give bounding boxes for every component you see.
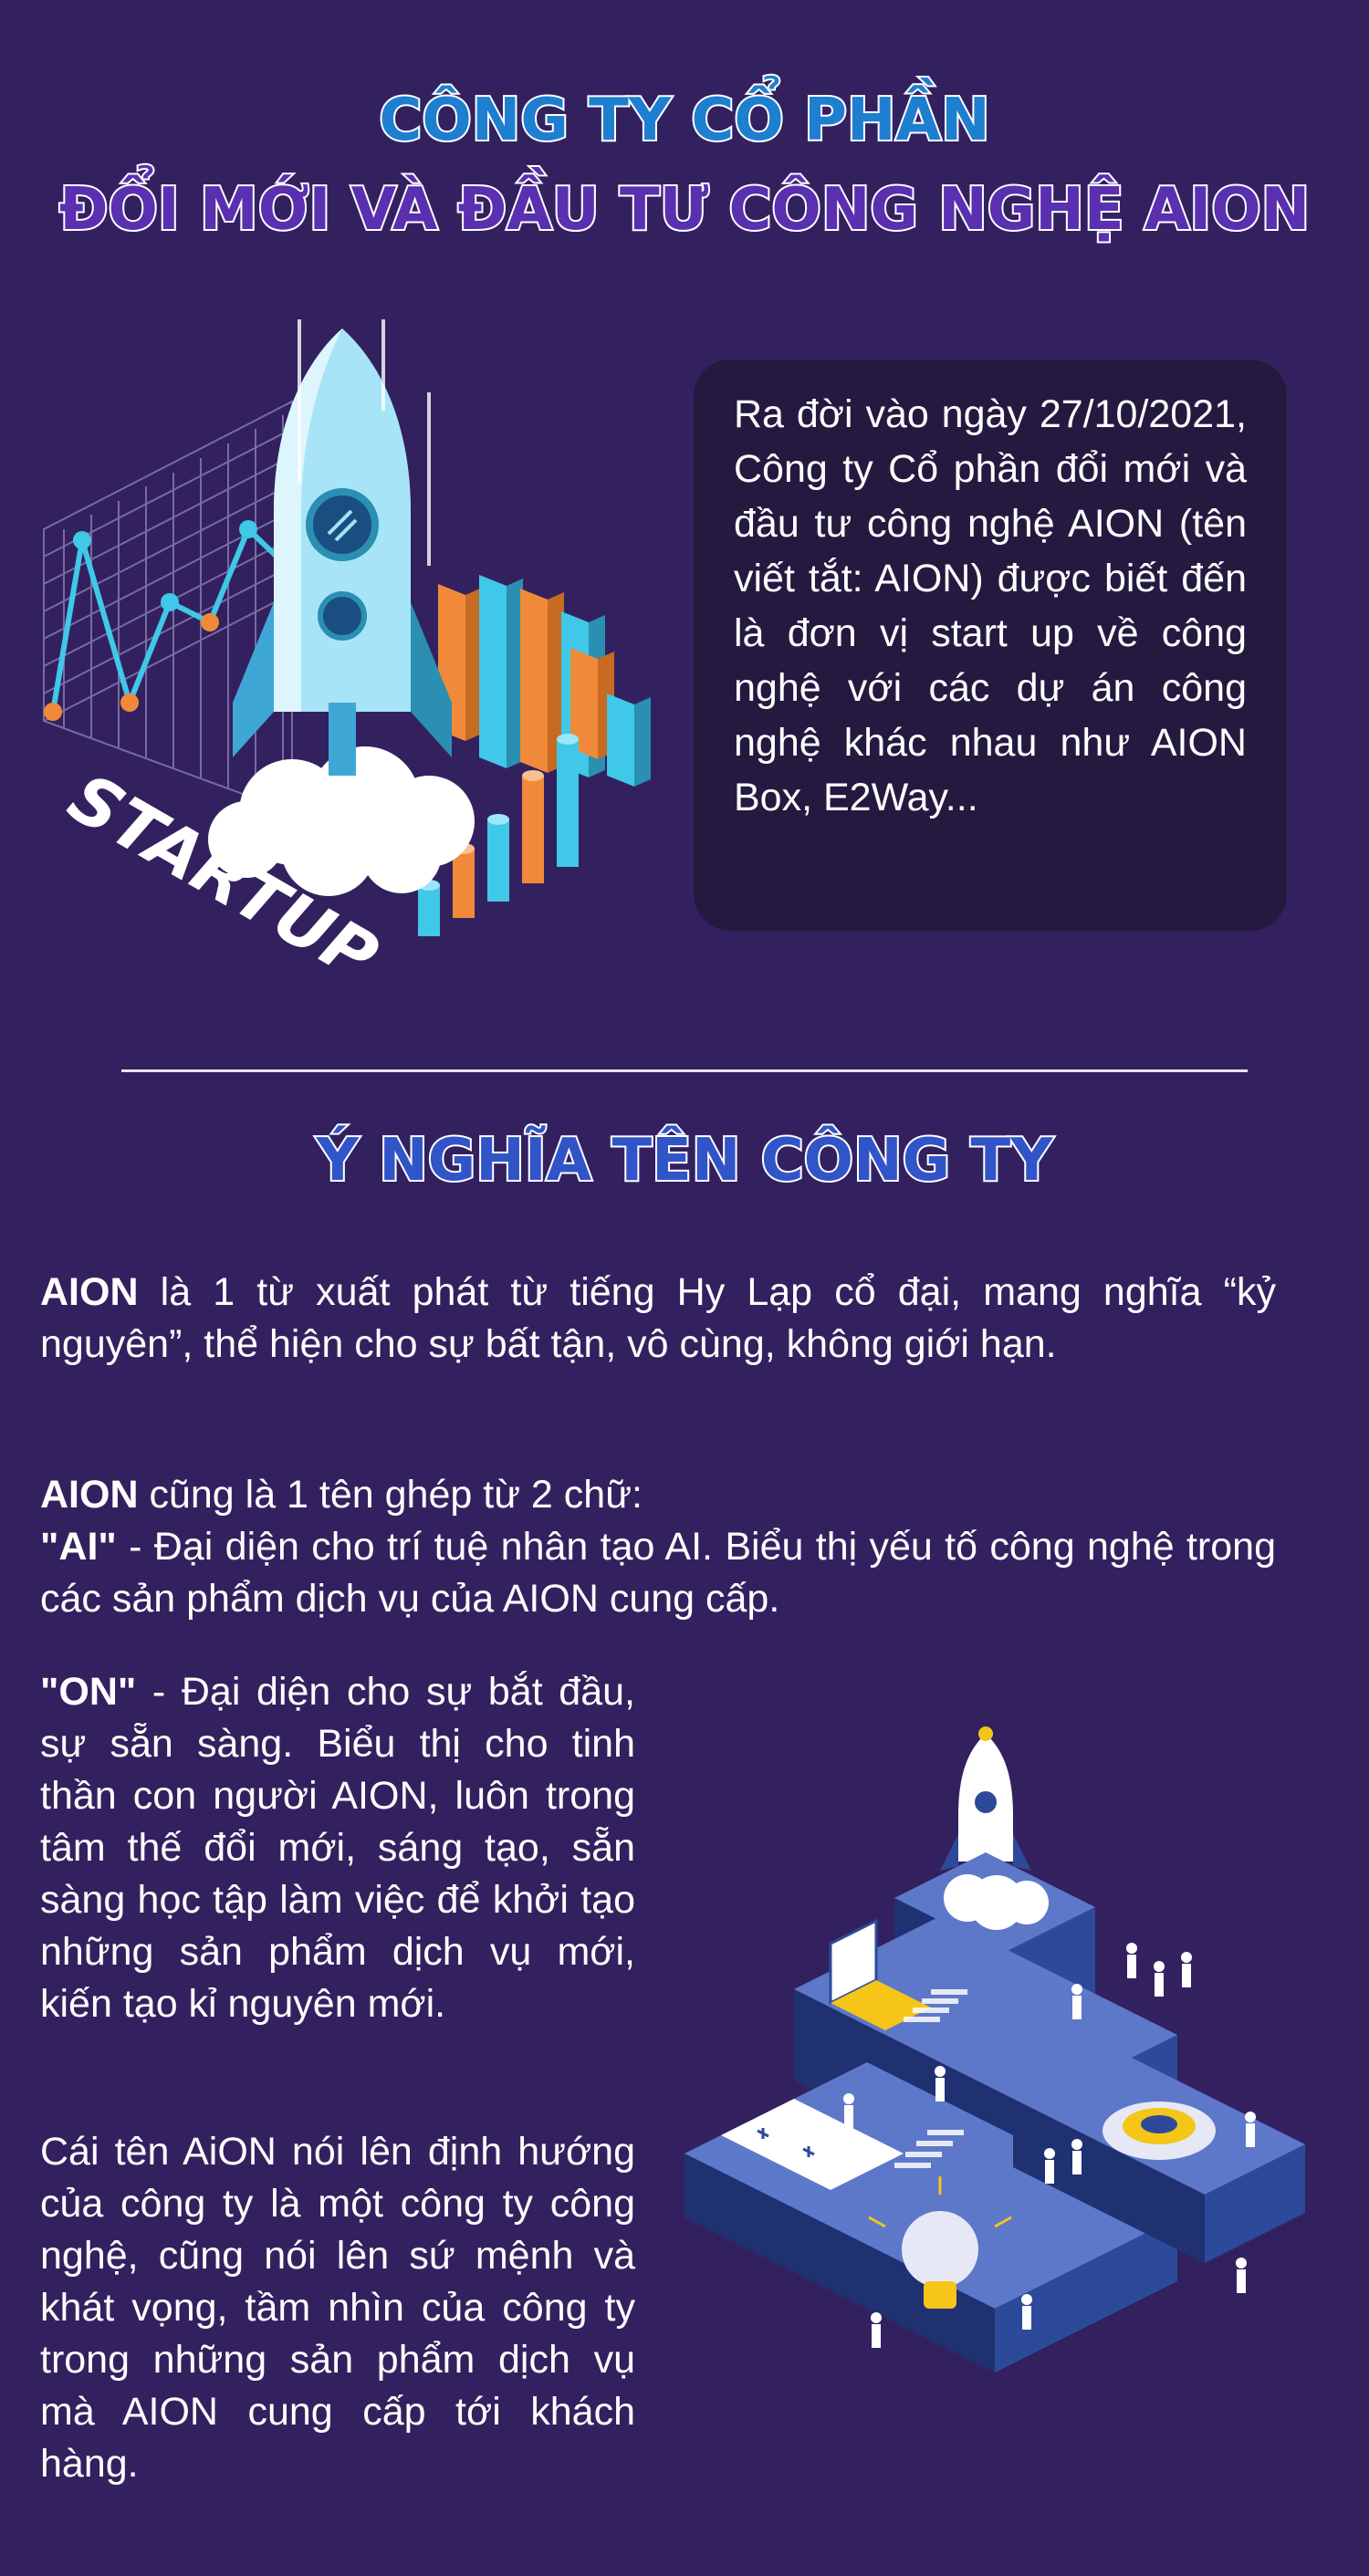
aion-compound-text: cũng là 1 tên ghép từ 2 chữ: [138, 1473, 643, 1517]
on-bold: "ON" [40, 1670, 137, 1714]
intro-box: Ra đời vào ngày 27/10/2021, Công ty Cổ p… [694, 360, 1287, 931]
ai-bold: "AI" [40, 1525, 117, 1569]
paragraph-aion-compound: AION cũng là 1 tên ghép từ 2 chữ: "AI" - … [40, 1469, 1276, 1625]
team-platform-illustration [684, 1726, 1305, 2373]
startup-illustration: STARTUP [43, 319, 651, 995]
title-line-2: ĐỔI MỚI VÀ ĐẦU TƯ CÔNG NGHỆ AION [57, 176, 1312, 244]
bar-chart [438, 575, 651, 787]
aion-name-text: Cái tên AiON nói lên định hướng của công… [40, 2130, 635, 2486]
aion-origin-text: là 1 từ xuất phát từ tiếng Hy Lạp cổ đại… [40, 1270, 1276, 1366]
paragraph-aion-origin: AION là 1 từ xuất phát từ tiếng Hy Lạp c… [40, 1267, 1276, 1371]
ai-text: - Đại diện cho trí tuệ nhân tạo AI. Biểu… [40, 1525, 1276, 1621]
paragraph-on: "ON" - Đại diện cho sự bắt đầu, sự sẵn s… [40, 1666, 635, 2030]
section-divider [121, 1069, 1248, 1072]
meaning-title: Ý NGHĨA TÊN CÔNG TY [315, 1127, 1055, 1194]
on-text: - Đại diện cho sự bắt đầu, sự sẵn sàng. … [40, 1670, 635, 2026]
aion-bold: AION [40, 1473, 139, 1517]
aion-bold: AION [40, 1270, 139, 1314]
paragraph-aion-name: Cái tên AiON nói lên định hướng của công… [40, 2126, 635, 2490]
gear-icon [1103, 2101, 1216, 2160]
title-line-1: CÔNG TY CỔ PHẦN [377, 87, 991, 154]
intro-text: Ra đời vào ngày 27/10/2021, Công ty Cổ p… [734, 392, 1247, 819]
